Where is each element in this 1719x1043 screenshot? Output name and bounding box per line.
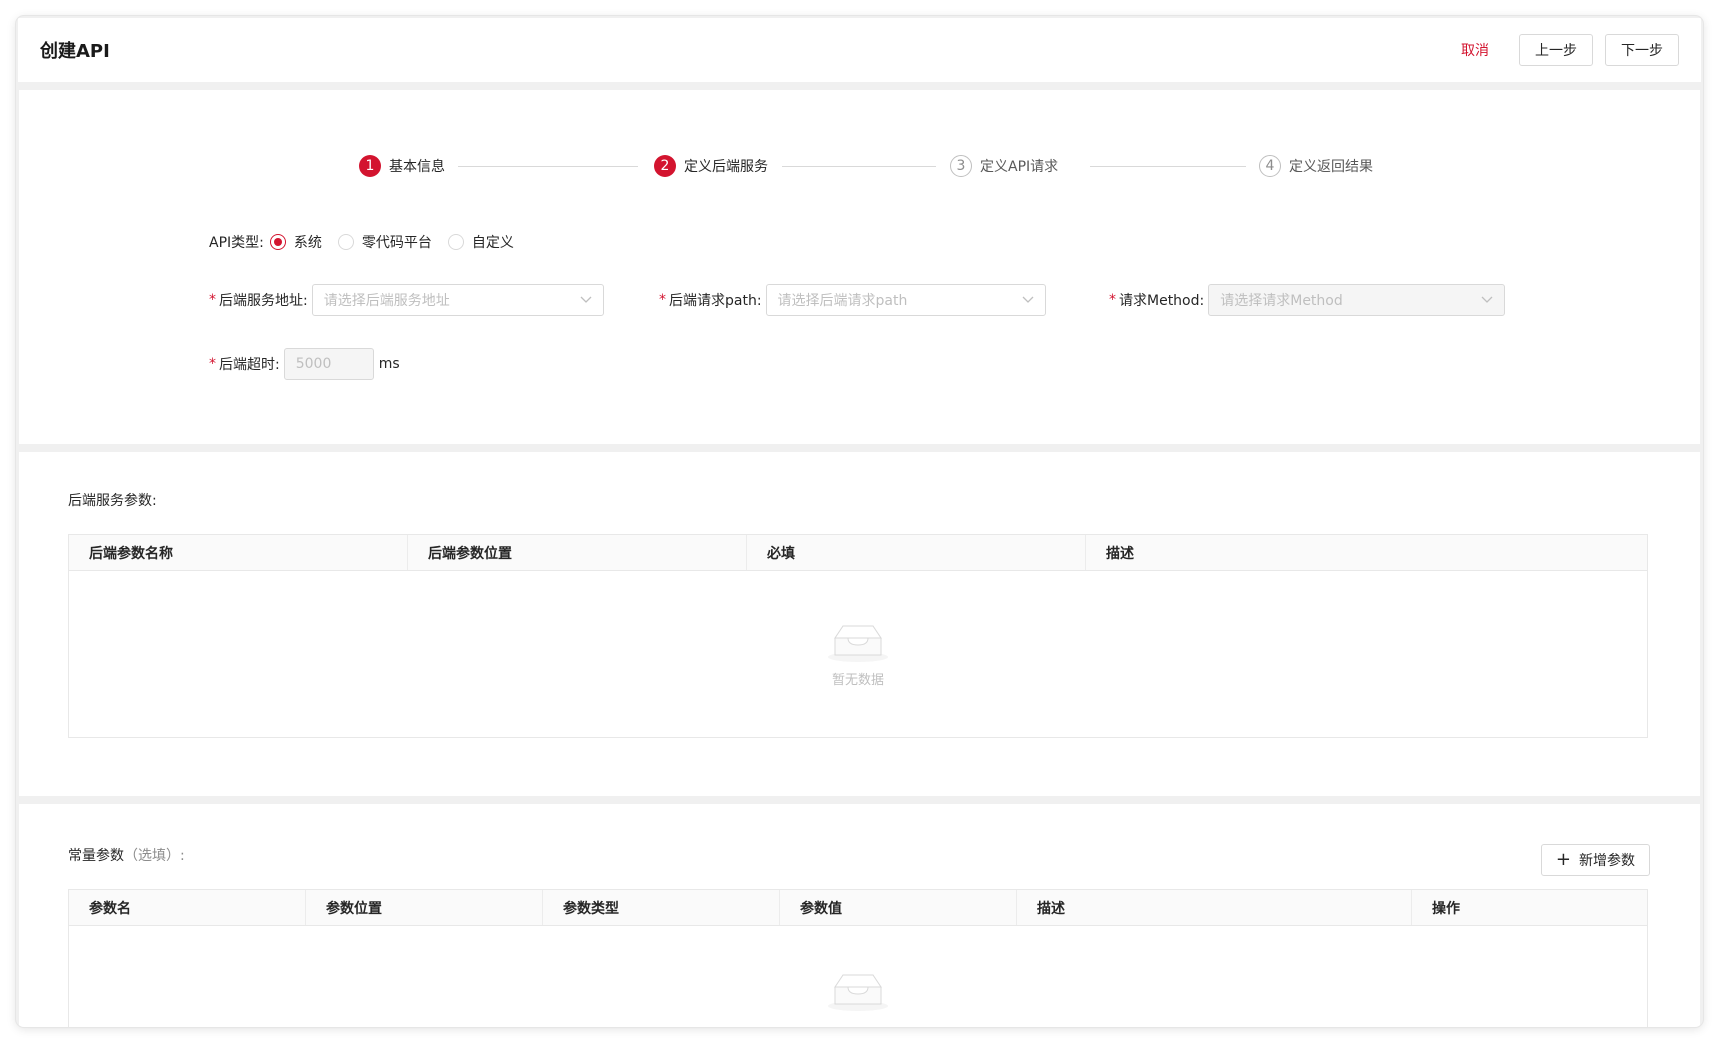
step-4-label: 定义返回结果 (1289, 159, 1373, 175)
step-4-number: 4 (1259, 155, 1281, 177)
column-header: 参数类型 (543, 890, 780, 925)
backend-params-title: 后端服务参数: (68, 493, 157, 509)
chevron-down-icon (580, 294, 592, 306)
radio-unchecked-icon (337, 234, 354, 250)
required-mark: * (1109, 292, 1116, 308)
radio-checked-icon (269, 234, 286, 250)
steps: 1 基本信息 2 定义后端服务 3 定义API请求 4 定义返回结果 (359, 154, 1389, 184)
column-header: 操作 (1432, 900, 1460, 917)
step-3-number: 3 (950, 155, 972, 177)
required-mark: * (659, 292, 666, 308)
next-step-button[interactable]: 下一步 (1605, 34, 1679, 66)
backend-path-row: * 后端请求path: 请选择后端请求path (659, 284, 1046, 316)
radio-custom[interactable]: 自定义 (447, 232, 514, 252)
const-params-table: 参数名 参数位置 参数类型 参数值 描述 操作 (68, 889, 1648, 1027)
column-header: 参数值 (780, 890, 1017, 925)
step-connector (458, 166, 638, 167)
const-params-card: 常量参数（选填）: + 新增参数 参数名 参数位置 参数类型 参数值 描述 操作 (19, 804, 1700, 1027)
column-header: 后端参数位置 (408, 535, 747, 570)
radio-system-label: 系统 (293, 235, 322, 251)
chevron-down-icon (1481, 294, 1493, 306)
const-params-title-wrap: 常量参数（选填）: (68, 845, 185, 865)
empty-inbox-icon (828, 625, 888, 662)
header-actions: 取消 上一步 下一步 (1443, 34, 1679, 66)
method-select[interactable]: 请选择请求Method (1208, 284, 1506, 316)
page-header: 创建API 取消 上一步 下一步 (18, 18, 1701, 82)
cancel-button[interactable]: 取消 (1443, 40, 1507, 60)
plus-icon: + (1555, 849, 1571, 870)
radio-unchecked-icon (447, 234, 464, 250)
prev-step-button[interactable]: 上一步 (1519, 34, 1593, 66)
backend-path-label: 后端请求path: (669, 293, 762, 309)
timeout-unit: ms (378, 356, 400, 372)
page-title: 创建API (40, 41, 110, 62)
radio-custom-label: 自定义 (471, 235, 514, 251)
const-params-optional: （选填）: (124, 848, 185, 864)
column-header: 参数位置 (306, 890, 543, 925)
empty-inbox-icon (828, 974, 888, 1011)
step-2-label: 定义后端服务 (684, 159, 768, 175)
method-label: 请求Method: (1119, 293, 1205, 309)
radio-system[interactable]: 系统 (269, 232, 322, 252)
backend-address-row: * 后端服务地址: 请选择后端服务地址 (209, 284, 604, 316)
backend-params-card: 后端服务参数: 后端参数名称 后端参数位置 必填 描述 暂无数据 (19, 452, 1700, 796)
step-1-label: 基本信息 (389, 159, 445, 175)
const-params-title: 常量参数 (68, 848, 124, 864)
backend-address-select[interactable]: 请选择后端服务地址 (311, 284, 604, 316)
column-header: 后端参数名称 (69, 535, 408, 570)
backend-service-card: 1 基本信息 2 定义后端服务 3 定义API请求 4 定义返回结果 API类型… (19, 90, 1700, 444)
column-header: 参数名 (69, 890, 306, 925)
method-placeholder: 请选择请求Method (1220, 293, 1343, 309)
empty-state (69, 926, 1647, 1027)
radio-zero-code-label: 零代码平台 (361, 235, 432, 251)
backend-address-label: 后端服务地址: (219, 293, 308, 309)
api-type-label: API类型: (209, 235, 264, 251)
column-header: 必填 (747, 535, 1086, 570)
step-2-number: 2 (654, 155, 676, 177)
required-mark: * (209, 292, 216, 308)
column-header: 描述 (1106, 545, 1134, 562)
add-param-label: 新增参数 (1579, 853, 1635, 869)
step-1-number: 1 (359, 155, 381, 177)
table-header: 后端参数名称 后端参数位置 必填 描述 (69, 535, 1647, 571)
step-connector (1090, 166, 1246, 167)
backend-path-select[interactable]: 请选择后端请求path (765, 284, 1046, 316)
table-header: 参数名 参数位置 参数类型 参数值 描述 操作 (69, 890, 1647, 926)
empty-text: 暂无数据 (831, 672, 884, 688)
api-type-radio-group: 系统 零代码平台 自定义 (269, 232, 530, 252)
timeout-row: * 后端超时: 5000 ms (209, 348, 400, 380)
step-1: 1 基本信息 (359, 154, 445, 178)
radio-zero-code[interactable]: 零代码平台 (337, 232, 432, 252)
api-type-row: API类型: 系统 零代码平台 自定义 (209, 232, 530, 252)
timeout-label: 后端超时: (219, 357, 280, 373)
empty-state: 暂无数据 (69, 571, 1647, 737)
column-header: 描述 (1017, 890, 1412, 925)
step-connector (782, 166, 936, 167)
backend-params-table: 后端参数名称 后端参数位置 必填 描述 暂无数据 (68, 534, 1648, 738)
method-row: * 请求Method: 请选择请求Method (1109, 284, 1506, 316)
backend-address-placeholder: 请选择后端服务地址 (323, 293, 450, 309)
step-3-label: 定义API请求 (980, 159, 1059, 175)
create-api-window: 创建API 取消 上一步 下一步 1 基本信息 2 定义后端服务 3 定义API… (16, 16, 1703, 1027)
required-mark: * (209, 356, 216, 372)
step-2: 2 定义后端服务 (654, 154, 768, 178)
chevron-down-icon (1022, 294, 1034, 306)
add-param-button[interactable]: + 新增参数 (1540, 844, 1650, 876)
step-4: 4 定义返回结果 (1259, 154, 1373, 178)
timeout-input[interactable]: 5000 (283, 348, 374, 380)
step-3: 3 定义API请求 (950, 154, 1058, 178)
backend-path-placeholder: 请选择后端请求path (777, 293, 908, 309)
